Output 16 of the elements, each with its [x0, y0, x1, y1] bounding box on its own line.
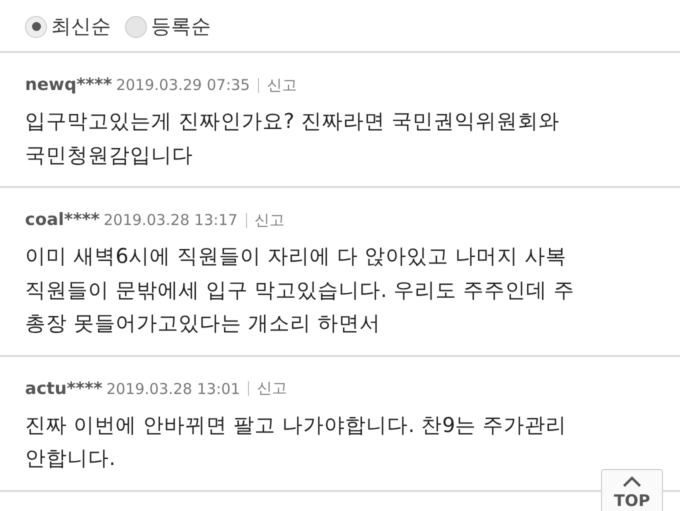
report-link[interactable]: 신고: [254, 210, 285, 230]
username: coal****: [25, 210, 100, 230]
comment-date: 2019.03.29 07:35: [116, 76, 250, 94]
comment-date: 2019.03.28 13:17: [104, 211, 238, 229]
comment-text: 진짜 이번에 안바뀌면 팔고 나가야합니다. 찬9는 주가관리 안합니다.: [25, 412, 568, 472]
comment-date: 2019.03.28 13:01: [106, 380, 240, 398]
caret-icon: [622, 476, 642, 487]
username: actu****: [25, 378, 102, 398]
top-button[interactable]: TOP: [601, 469, 663, 511]
sort-radio[interactable]: 최신순: [25, 13, 111, 40]
sort-radio[interactable]: 등록순: [125, 13, 211, 40]
comment-text: 입구막고있는게 진짜인가요? 진짜라면 국민권익위원회와 국민청원감입니다: [25, 108, 560, 168]
comment-text: 이미 새벽6시에 직원들이 자리에 다 앉아있고 나머지 사복 직원들이 문밖에세 입구 막고있습니다. 우리도 주주인데 주 총장 못들어가고있다는 개소리 하면서: [25, 243, 576, 337]
report-link[interactable]: 신고: [257, 379, 288, 398]
report-link[interactable]: 신고: [266, 76, 297, 94]
username: newq****: [25, 75, 112, 95]
